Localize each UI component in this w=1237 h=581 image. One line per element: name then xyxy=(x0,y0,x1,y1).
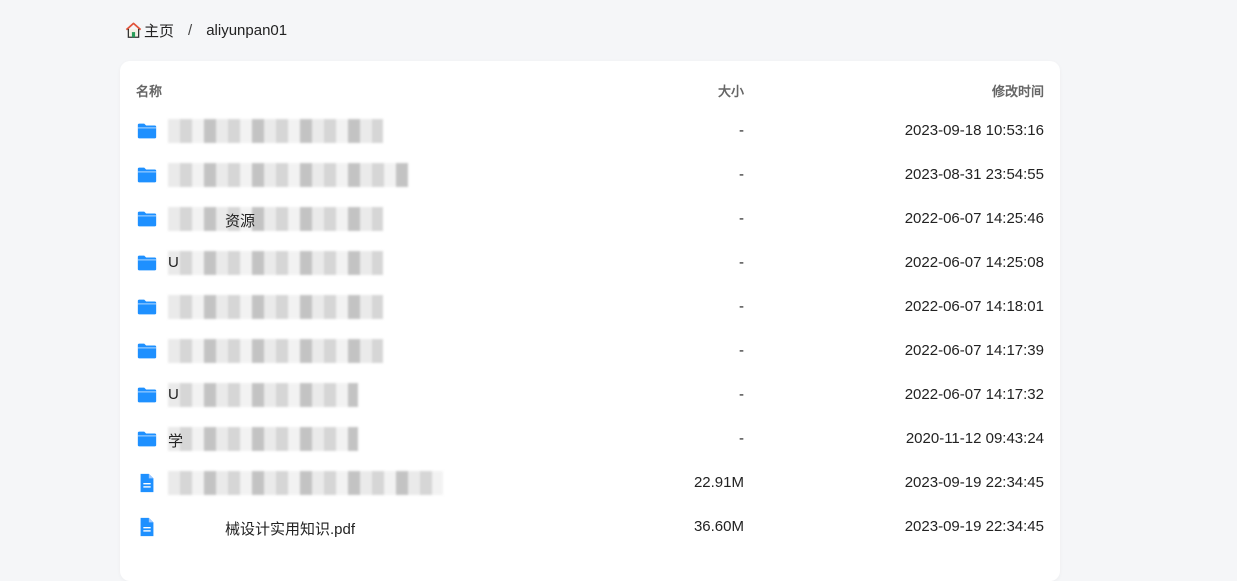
table-row[interactable]: 22.91M 2023-09-19 22:34:45 xyxy=(120,461,1060,505)
row-time: 2022-06-07 14:18:01 xyxy=(904,298,1044,315)
redacted-name-mask xyxy=(168,251,383,275)
row-time: 2023-08-31 23:54:55 xyxy=(904,166,1044,183)
folder-icon xyxy=(136,252,158,274)
table-row[interactable]: - 2022-06-07 14:17:39 xyxy=(120,329,1060,373)
row-name[interactable]: 学 xyxy=(168,430,183,451)
row-size: - xyxy=(739,298,744,315)
row-size: - xyxy=(739,166,744,183)
table-row[interactable]: - 2022-06-07 14:18:01 xyxy=(120,285,1060,329)
row-name[interactable]: 械设计实用知识.pdf xyxy=(225,518,355,539)
row-time: 2022-06-07 14:25:08 xyxy=(904,254,1044,271)
redacted-name-mask xyxy=(168,339,383,363)
header-name[interactable]: 名称 xyxy=(136,81,162,100)
row-size: - xyxy=(739,122,744,139)
row-time: 2022-06-07 14:17:32 xyxy=(904,386,1044,403)
row-size: - xyxy=(739,254,744,271)
redacted-name-mask xyxy=(168,163,408,187)
folder-icon xyxy=(136,120,158,142)
row-size: - xyxy=(739,430,744,447)
row-name[interactable]: U xyxy=(168,254,179,271)
row-name[interactable]: U xyxy=(168,386,179,403)
row-size: - xyxy=(739,342,744,359)
table-row[interactable]: - 2023-08-31 23:54:55 xyxy=(120,153,1060,197)
redacted-name-mask xyxy=(168,471,443,495)
redacted-name-mask xyxy=(168,427,358,451)
row-time: 2023-09-18 10:53:16 xyxy=(904,122,1044,139)
file-icon xyxy=(136,472,158,494)
folder-icon xyxy=(136,340,158,362)
folder-icon xyxy=(136,208,158,230)
breadcrumb-separator: / xyxy=(188,21,193,39)
header-time[interactable]: 修改时间 xyxy=(992,81,1044,100)
folder-icon xyxy=(136,384,158,406)
table-row[interactable]: 资源 - 2022-06-07 14:25:46 xyxy=(120,197,1060,241)
row-size: 22.91M xyxy=(693,474,744,491)
header-size[interactable]: 大小 xyxy=(718,81,744,100)
table-row[interactable]: 学 - 2020-11-12 09:43:24 xyxy=(120,417,1060,461)
row-time: 2022-06-07 14:25:46 xyxy=(904,210,1044,227)
row-time: 2022-06-07 14:17:39 xyxy=(904,342,1044,359)
home-icon[interactable] xyxy=(124,21,143,40)
redacted-name-mask xyxy=(168,383,358,407)
folder-icon xyxy=(136,296,158,318)
table-row[interactable]: - 2023-09-18 10:53:16 xyxy=(120,109,1060,153)
row-time: 2023-09-19 22:34:45 xyxy=(904,474,1044,491)
redacted-name-mask xyxy=(168,119,383,143)
row-size: - xyxy=(739,386,744,403)
redacted-name-mask xyxy=(168,207,383,231)
table-row[interactable]: 械设计实用知识.pdf 36.60M 2023-09-19 22:34:45 xyxy=(120,505,1060,549)
breadcrumb: 主页 / aliyunpan01 xyxy=(124,18,287,42)
row-name[interactable]: 资源 xyxy=(225,210,255,231)
table-row[interactable]: U - 2022-06-07 14:25:08 xyxy=(120,241,1060,285)
redacted-name-mask xyxy=(168,295,383,319)
breadcrumb-current[interactable]: aliyunpan01 xyxy=(206,22,287,39)
breadcrumb-home-link[interactable]: 主页 xyxy=(144,20,174,41)
file-icon xyxy=(136,516,158,538)
folder-icon xyxy=(136,164,158,186)
folder-icon xyxy=(136,428,158,450)
file-list-card: 名称 大小 修改时间 - 2023-09-18 10:53:16 - 2023-08-… xyxy=(120,61,1060,581)
table-row[interactable]: U - 2022-06-07 14:17:32 xyxy=(120,373,1060,417)
row-size: - xyxy=(739,210,744,227)
row-time: 2020-11-12 09:43:24 xyxy=(905,430,1044,447)
table-header: 名称 大小 修改时间 xyxy=(120,61,1060,115)
